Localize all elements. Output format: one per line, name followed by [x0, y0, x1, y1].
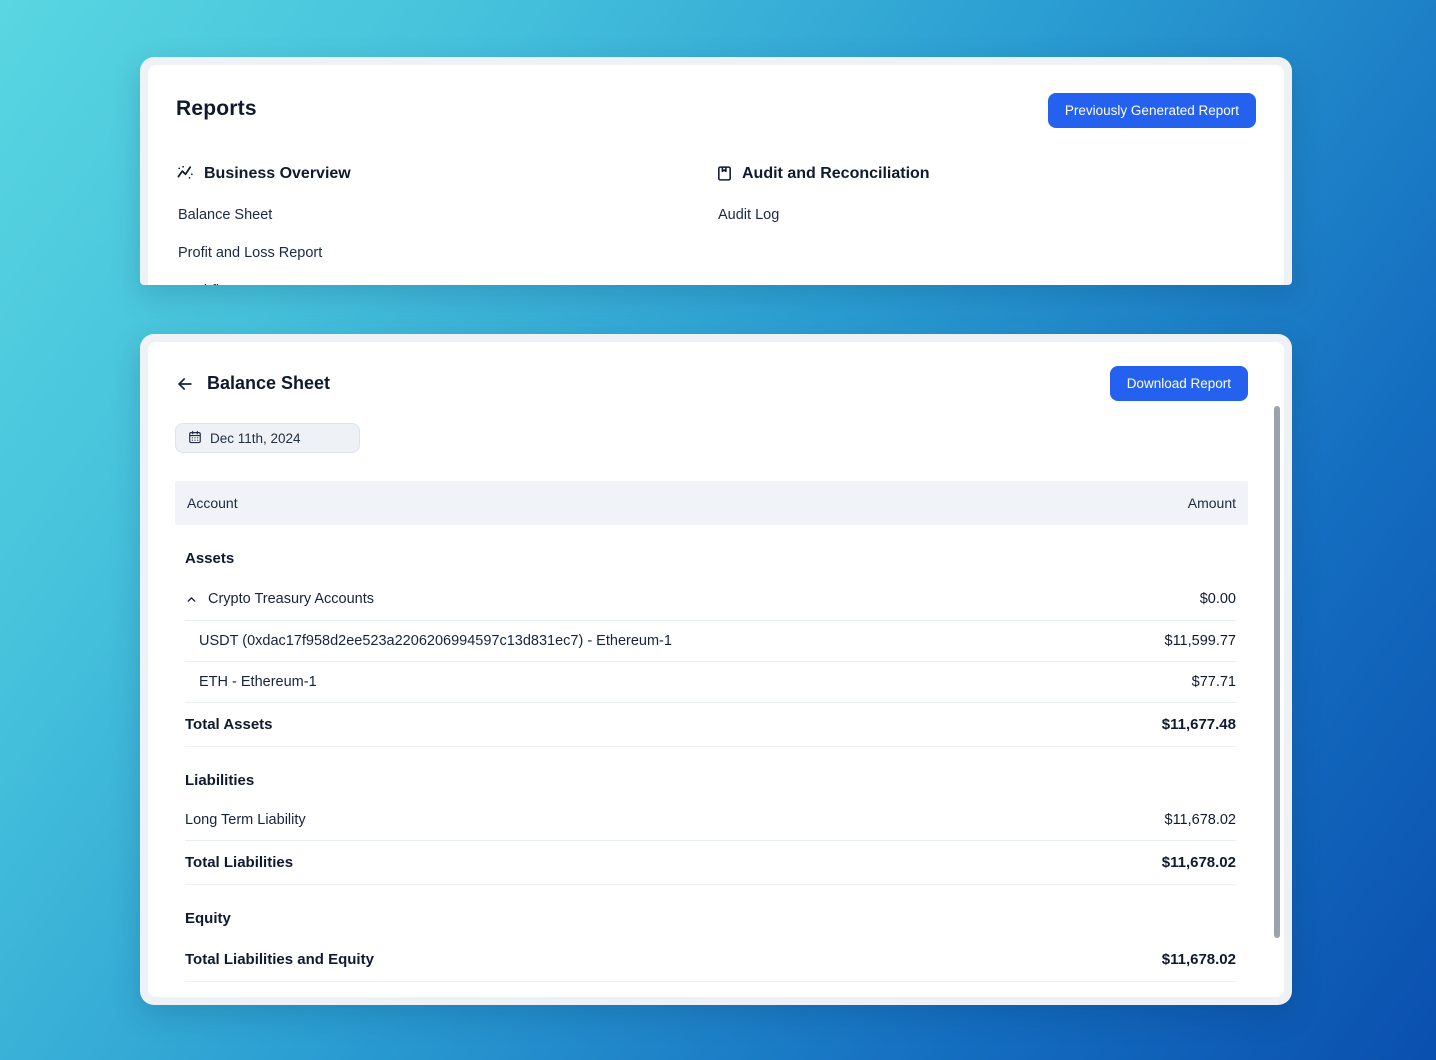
report-section-business-overview: Business Overview Balance Sheet Profit an… — [176, 164, 716, 285]
row-label: Assets — [185, 550, 234, 567]
download-report-button[interactable]: Download Report — [1110, 366, 1248, 401]
report-links: Audit Log — [718, 207, 1256, 223]
vertical-scrollbar[interactable] — [1274, 406, 1280, 938]
balance-row-section: Liabilities — [185, 747, 1236, 800]
row-amount: $11,678.02 — [1162, 854, 1236, 871]
balance-row-total: Total Liabilities and Equity $11,678.02 — [185, 938, 1236, 982]
calendar-icon — [188, 430, 202, 447]
balance-sheet-title: Balance Sheet — [207, 373, 330, 394]
row-label: USDT (0xdac17f958d2ee523a2206206994597c1… — [199, 633, 672, 649]
page-title: Reports — [176, 93, 257, 121]
balance-row-section: Assets — [185, 525, 1236, 578]
date-picker[interactable]: Dec 11th, 2024 — [175, 423, 360, 453]
date-value: Dec 11th, 2024 — [210, 431, 301, 446]
balance-row-total: Total Liabilities $11,678.02 — [185, 841, 1236, 885]
row-amount: $11,678.02 — [1165, 812, 1237, 828]
row-amount: $0.00 — [1200, 591, 1236, 607]
report-link[interactable]: Audit Log — [718, 207, 1256, 223]
previously-generated-report-button[interactable]: Previously Generated Report — [1048, 93, 1256, 128]
report-section-audit-reconciliation: Audit and Reconciliation Audit Log — [716, 164, 1256, 285]
row-label: ETH - Ethereum-1 — [199, 674, 317, 690]
balance-row-plain: Long Term Liability $11,678.02 — [185, 800, 1236, 841]
row-label: Total Liabilities and Equity — [185, 951, 374, 968]
row-amount: $11,677.48 — [1162, 716, 1236, 733]
balance-row-item: ETH - Ethereum-1 $77.71 — [185, 662, 1236, 703]
row-label: Long Term Liability — [185, 812, 306, 828]
row-label: Crypto Treasury Accounts — [208, 591, 374, 607]
reports-card: Reports Previously Generated Report Busi… — [140, 57, 1292, 285]
section-title: Audit and Reconciliation — [742, 165, 930, 183]
row-label: Total Liabilities — [185, 854, 293, 871]
sparkline-chart-icon — [176, 164, 195, 183]
balance-row-section: Equity — [185, 885, 1236, 938]
chevron-up-icon[interactable] — [185, 593, 198, 606]
row-amount: $77.71 — [1192, 674, 1236, 690]
column-header-amount: Amount — [1188, 495, 1236, 511]
row-label: Equity — [185, 910, 231, 927]
balance-row-total: Total Assets $11,677.48 — [185, 703, 1236, 747]
row-amount: $11,599.77 — [1165, 633, 1237, 649]
row-label: Liabilities — [185, 772, 254, 789]
report-links: Balance Sheet Profit and Loss Report Cashf… — [178, 207, 716, 285]
balance-sheet-card: Balance Sheet Download Report Dec 11th, … — [140, 334, 1292, 1005]
report-link[interactable]: Balance Sheet — [178, 207, 716, 223]
row-label: Total Assets — [185, 716, 273, 733]
balance-sheet-table: Account Amount Assets Crypto Treasury Acc… — [175, 481, 1248, 982]
arrow-left-icon[interactable] — [175, 374, 195, 394]
column-header-account: Account — [187, 495, 238, 511]
report-link[interactable]: Cashflow Statement — [178, 283, 716, 285]
balance-row-group[interactable]: Crypto Treasury Accounts $0.00 — [185, 578, 1236, 621]
notebook-icon — [716, 164, 733, 183]
row-amount: $11,678.02 — [1162, 951, 1236, 968]
report-link[interactable]: Profit and Loss Report — [178, 245, 716, 261]
section-title: Business Overview — [204, 165, 351, 183]
balance-row-item: USDT (0xdac17f958d2ee523a2206206994597c1… — [185, 621, 1236, 662]
